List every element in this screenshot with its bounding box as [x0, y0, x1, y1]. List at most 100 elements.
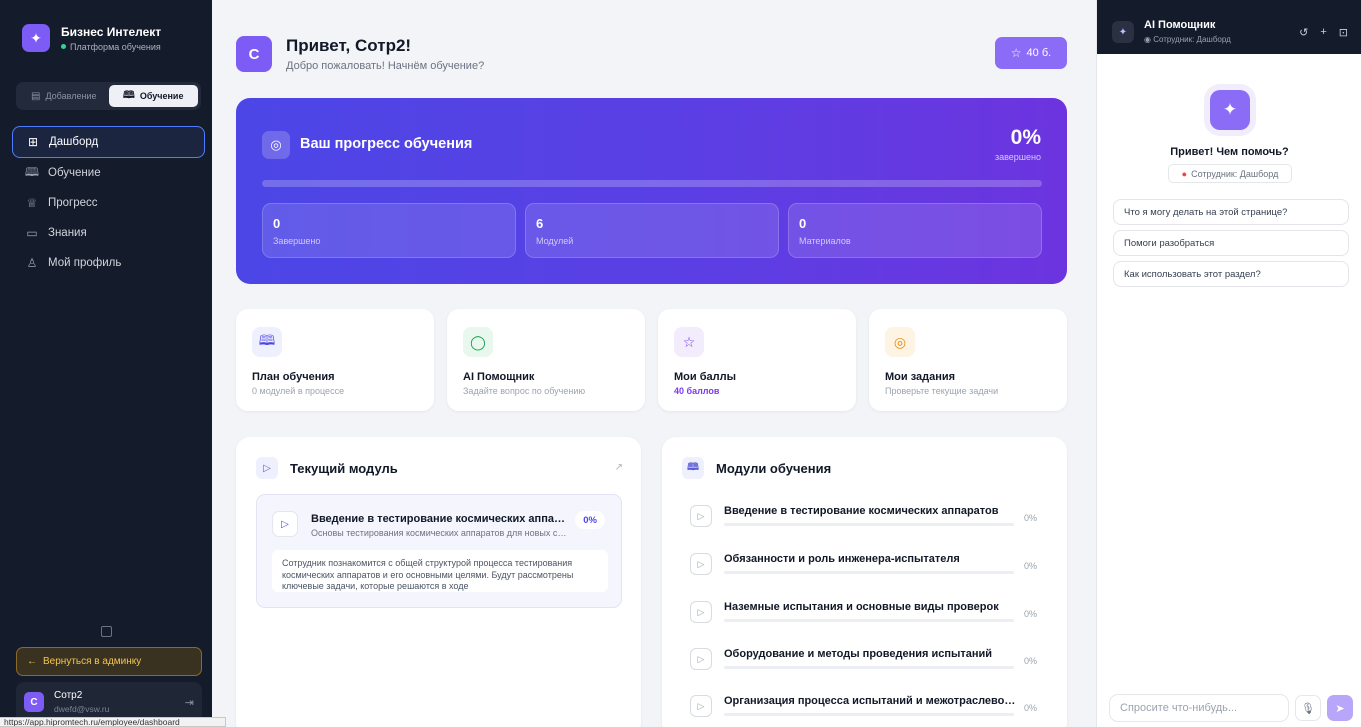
ai-assistant-panel: ✦ AI Помощник ◉ Сотрудник: Дашборд ↺ + ⊡… [1096, 0, 1361, 727]
tile-subtitle: 40 баллов [674, 386, 720, 396]
stat-label: Завершено [273, 236, 321, 246]
modules-heading: Модули обучения [716, 460, 832, 476]
plus-icon[interactable]: + [1320, 26, 1326, 39]
current-module-description: Сотрудник познакомится с общей структуро… [272, 550, 608, 592]
sidebar-item-label: Обучение [48, 167, 101, 179]
external-link-icon[interactable]: ↗ [615, 462, 623, 473]
module-percent: 0% [1024, 609, 1038, 619]
mode-add-label: Добавление [45, 91, 97, 101]
stat-label: Материалов [799, 236, 851, 246]
target-icon: ◎ [885, 327, 915, 357]
current-module-subtitle: Основы тестирования космических аппарато… [311, 528, 567, 538]
collapse-sidebar-icon[interactable] [101, 626, 112, 637]
mode-learn-button[interactable]: 🕮 Обучение [108, 85, 198, 107]
current-module-percent: 0% [575, 511, 605, 529]
list-item[interactable]: ▷ Введение в тестирование космических ап… [690, 505, 1044, 539]
module-percent: 0% [1024, 703, 1038, 713]
user-name: Сотр2 [54, 690, 83, 701]
sparkles-icon: ✦ [1210, 90, 1250, 130]
assistant-header: ✦ AI Помощник ◉ Сотрудник: Дашборд ↺ + ⊡ [1097, 0, 1361, 54]
progress-bar [262, 180, 1042, 187]
module-title: Введение в тестирование космических аппа… [724, 505, 999, 517]
list-item[interactable]: ▷ Обязанности и роль инженера-испытателя… [690, 553, 1044, 587]
avatar: С [236, 36, 272, 72]
sidebar-item-label: Прогресс [48, 197, 98, 209]
tile-ai-assistant[interactable]: ◯ AI Помощник Задайте вопрос по обучению [447, 309, 645, 411]
page-title: Привет, Сотр2! [286, 36, 412, 55]
progress-percent-caption: завершено [994, 152, 1041, 162]
status-bar-url: https://app.hipromtech.ru/employee/dashb… [0, 717, 226, 727]
module-title: Организация процесса испытаний и межотра… [724, 695, 1016, 707]
user-card: С Сотр2 dwefd@vsw.ru ⇥ [16, 682, 202, 722]
suggestion-button[interactable]: Как использовать этот раздел? [1113, 261, 1349, 287]
chat-icon: ◯ [463, 327, 493, 357]
module-progress-bar [724, 619, 1014, 622]
microphone-icon[interactable]: 🎙 [1295, 695, 1321, 721]
page-subtitle: Добро пожаловать! Начнём обучение? [286, 60, 485, 72]
tile-subtitle: Проверьте текущие задачи [885, 386, 999, 396]
book-icon: 🕮 [123, 89, 135, 101]
module-progress-bar [724, 523, 1014, 526]
history-icon[interactable]: ↺ [1299, 26, 1308, 39]
user-email: dwefd@vsw.ru [54, 704, 110, 714]
current-module-card[interactable]: ▷ Введение в тестирование космических ап… [256, 494, 622, 608]
progress-title: Ваш прогресс обучения [300, 136, 473, 152]
pin-icon: ● [1181, 168, 1188, 179]
list-item[interactable]: ▷ Наземные испытания и основные виды про… [690, 601, 1044, 635]
brand-title: Бизнес Интелект [61, 24, 162, 39]
stat-value: 0 [273, 216, 281, 231]
folder-icon: ▭ [26, 226, 38, 240]
tile-my-points[interactable]: ☆ Мои баллы 40 баллов [658, 309, 856, 411]
user-icon: ♙ [26, 256, 38, 270]
assistant-context: ◉ Сотрудник: Дашборд [1144, 35, 1231, 44]
mode-learn-label: Обучение [139, 91, 184, 101]
list-item[interactable]: ▷ Организация процесса испытаний и межот… [690, 695, 1044, 727]
assistant-greeting: Привет! Чем помочь? [1170, 146, 1289, 158]
tile-title: Мои баллы [674, 371, 736, 383]
mode-add-button[interactable]: ▤ Добавление [19, 85, 109, 107]
send-icon[interactable]: ➤ [1327, 695, 1353, 721]
suggestion-button[interactable]: Что я могу делать на этой странице? [1113, 199, 1349, 225]
assistant-input[interactable] [1109, 694, 1289, 722]
book-icon: 🕮 [252, 327, 282, 357]
back-to-admin-button[interactable]: ← Вернуться в админку [16, 647, 202, 676]
sidebar-item-progress[interactable]: ♕ Прогресс [12, 188, 205, 218]
stat-modules: 6 Модулей [525, 203, 779, 258]
play-icon: ▷ [690, 601, 712, 623]
panel-collapse-icon[interactable]: ⊡ [1339, 26, 1348, 39]
tile-subtitle: 0 модулей в процессе [252, 386, 345, 396]
suggestion-button[interactable]: Помоги разобраться [1113, 230, 1349, 256]
sidebar-item-profile[interactable]: ♙ Мой профиль [12, 248, 205, 278]
play-icon: ▷ [690, 553, 712, 575]
list-item[interactable]: ▷ Оборудование и методы проведения испыт… [690, 648, 1044, 682]
arrow-left-icon: ← [27, 656, 37, 667]
tile-title: AI Помощник [463, 371, 535, 383]
sidebar-item-learning[interactable]: 🕮 Обучение [12, 158, 205, 188]
main-content: С Привет, Сотр2! Добро пожаловать! Начнё… [212, 0, 1096, 727]
brand[interactable]: ✦ Бизнес Интелект Платформа обучения [0, 0, 212, 52]
logout-icon[interactable]: ⇥ [185, 696, 194, 709]
book-icon: 🕮 [24, 164, 40, 179]
current-module-title: Введение в тестирование космических аппа… [311, 513, 567, 525]
module-percent: 0% [1024, 656, 1038, 666]
tile-my-tasks[interactable]: ◎ Мои задания Проверьте текущие задачи [869, 309, 1067, 411]
module-title: Обязанности и роль инженера-испытателя [724, 553, 960, 565]
modules-header: 🕮 Модули обучения [682, 457, 831, 479]
sidebar-item-label: Дашборд [49, 136, 99, 148]
tile-learning-plan[interactable]: 🕮 План обучения 0 модулей в процессе [236, 309, 434, 411]
pin-icon: ◉ [1144, 35, 1151, 44]
play-icon: ▷ [272, 511, 298, 537]
sparkles-icon: ✦ [22, 24, 50, 52]
sidebar-item-label: Знания [48, 227, 87, 239]
book-icon: 🕮 [682, 457, 704, 479]
sparkles-icon: ✦ [1112, 21, 1134, 43]
current-module-header: ▷ Текущий модуль [256, 457, 398, 479]
progress-percent: 0% [1010, 126, 1041, 149]
stat-label: Модулей [536, 236, 574, 246]
grid-icon: ⊞ [27, 135, 39, 149]
current-module-heading: Текущий модуль [290, 460, 398, 476]
sidebar-item-dashboard[interactable]: ⊞ Дашборд [12, 126, 205, 158]
sidebar-item-knowledge[interactable]: ▭ Знания [12, 218, 205, 248]
points-button[interactable]: ☆ 40 б. [995, 37, 1067, 69]
play-icon: ▷ [256, 457, 278, 479]
